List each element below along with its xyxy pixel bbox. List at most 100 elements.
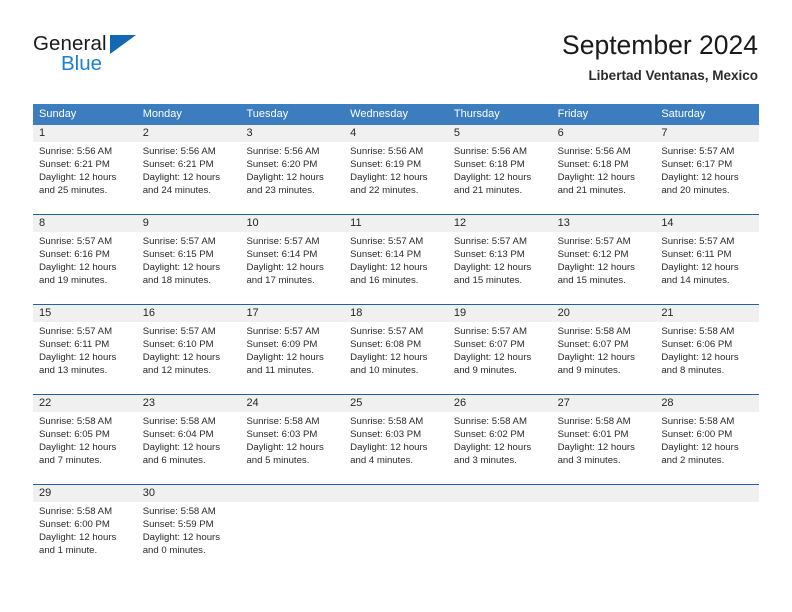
calendar-day-cell[interactable]: 26 Sunrise: 5:58 AM Sunset: 6:02 PM Dayligh…: [447, 395, 552, 484]
calendar-day-cell[interactable]: 8 Sunrise: 5:57 AM Sunset: 6:16 PM Daylight…: [33, 215, 137, 304]
day-number: [344, 485, 448, 502]
calendar-week-row: 29 Sunrise: 5:58 AM Sunset: 6:00 PM Dayligh…: [33, 485, 760, 575]
calendar-day-cell[interactable]: 25 Sunrise: 5:58 AM Sunset: 6:03 PM Dayligh…: [344, 395, 448, 484]
day-details: Sunrise: 5:58 AM Sunset: 6:00 PM Daylight:…: [655, 412, 759, 467]
day-detail-line: and 12 minutes.: [142, 365, 211, 377]
calendar-day-cell[interactable]: 18 Sunrise: 5:57 AM Sunset: 6:08 PM Dayligh…: [344, 305, 448, 394]
calendar-day-cell[interactable]: 1 Sunrise: 5:56 AM Sunset: 6:21 PM Daylight…: [33, 125, 137, 214]
day-detail-line: Daylight: 12 hours: [557, 262, 635, 274]
day-detail-line: Daylight: 12 hours: [453, 352, 532, 364]
day-detail-line: Sunrise: 5:58 AM: [39, 416, 113, 427]
weekday-header-sunday: Sunday: [39, 108, 77, 120]
day-detail-line: Daylight: 12 hours: [557, 352, 635, 364]
calendar-day-cell[interactable]: 3 Sunrise: 5:56 AM Sunset: 6:20 PM Daylight…: [240, 125, 345, 214]
day-detail-line: and 17 minutes.: [246, 275, 315, 287]
day-detail-line: Daylight: 12 hours: [661, 442, 739, 454]
day-detail-line: Daylight: 12 hours: [39, 532, 117, 544]
day-detail-line: Sunset: 6:14 PM: [246, 249, 318, 261]
day-detail-line: Sunset: 6:16 PM: [39, 249, 110, 261]
calendar-day-cell[interactable]: 29 Sunrise: 5:58 AM Sunset: 6:00 PM Dayligh…: [33, 485, 137, 575]
day-detail-line: Sunset: 6:01 PM: [557, 429, 629, 441]
day-number: 26: [447, 395, 552, 412]
calendar-day-cell[interactable]: 12 Sunrise: 5:57 AM Sunset: 6:13 PM Dayligh…: [447, 215, 552, 304]
calendar-day-cell[interactable]: 11 Sunrise: 5:57 AM Sunset: 6:14 PM Dayligh…: [344, 215, 448, 304]
day-number: 16: [136, 305, 241, 322]
calendar-day-cell[interactable]: 22 Sunrise: 5:58 AM Sunset: 6:05 PM Dayligh…: [33, 395, 137, 484]
calendar-day-cell[interactable]: 19 Sunrise: 5:57 AM Sunset: 6:07 PM Dayligh…: [447, 305, 552, 394]
day-detail-line: Daylight: 12 hours: [661, 172, 739, 184]
day-detail-line: Sunset: 6:00 PM: [39, 519, 110, 531]
brand-logo[interactable]: General Blue: [33, 32, 203, 80]
day-detail-line: Daylight: 12 hours: [661, 352, 739, 364]
day-number: 27: [551, 395, 656, 412]
day-detail-line: and 21 minutes.: [557, 185, 626, 197]
day-details: Sunrise: 5:57 AM Sunset: 6:12 PM Daylight:…: [552, 232, 656, 287]
day-detail-line: and 23 minutes.: [246, 185, 315, 197]
day-detail-line: and 15 minutes.: [453, 275, 523, 287]
day-number: 2: [136, 125, 241, 142]
page-title: September 2024: [562, 30, 758, 60]
calendar-day-cell[interactable]: 16 Sunrise: 5:57 AM Sunset: 6:10 PM Dayligh…: [136, 305, 241, 394]
day-detail-line: Sunrise: 5:57 AM: [142, 236, 216, 247]
page-header: General Blue September 2024 Libertad Ven…: [0, 0, 792, 98]
day-details: Sunrise: 5:57 AM Sunset: 6:11 PM Daylight:…: [33, 322, 137, 377]
calendar-day-cell[interactable]: 9 Sunrise: 5:57 AM Sunset: 6:15 PM Daylight…: [136, 215, 241, 304]
calendar-day-cell-empty: [344, 485, 448, 575]
day-detail-line: Sunset: 6:11 PM: [661, 249, 732, 261]
day-details: Sunrise: 5:57 AM Sunset: 6:07 PM Daylight:…: [448, 322, 552, 377]
day-details: Sunrise: 5:58 AM Sunset: 6:01 PM Daylight:…: [552, 412, 656, 467]
title-block: September 2024 Libertad Ventanas, Mexico: [562, 28, 758, 87]
day-detail-line: Sunset: 6:03 PM: [350, 429, 422, 441]
day-number: 20: [551, 305, 656, 322]
calendar-day-cell[interactable]: 17 Sunrise: 5:57 AM Sunset: 6:09 PM Dayligh…: [240, 305, 345, 394]
calendar-day-cell[interactable]: 27 Sunrise: 5:58 AM Sunset: 6:01 PM Dayligh…: [551, 395, 656, 484]
calendar-day-cell[interactable]: 10 Sunrise: 5:57 AM Sunset: 6:14 PM Dayligh…: [240, 215, 345, 304]
day-details: Sunrise: 5:57 AM Sunset: 6:17 PM Daylight:…: [655, 142, 759, 197]
day-number: 4: [344, 125, 448, 142]
day-detail-line: Sunset: 6:11 PM: [39, 339, 110, 351]
calendar-day-cell[interactable]: 20 Sunrise: 5:58 AM Sunset: 6:07 PM Dayligh…: [551, 305, 656, 394]
calendar-day-cell[interactable]: 21 Sunrise: 5:58 AM Sunset: 6:06 PM Dayligh…: [655, 305, 760, 394]
day-details: Sunrise: 5:57 AM Sunset: 6:14 PM Daylight:…: [240, 232, 344, 287]
day-detail-line: Sunrise: 5:56 AM: [39, 146, 113, 157]
day-detail-line: and 13 minutes.: [39, 365, 108, 377]
calendar-day-cell[interactable]: 28 Sunrise: 5:58 AM Sunset: 6:00 PM Dayligh…: [655, 395, 760, 484]
triangle-icon: [110, 35, 136, 54]
day-detail-line: Sunset: 6:21 PM: [142, 159, 214, 171]
day-details: Sunrise: 5:57 AM Sunset: 6:09 PM Daylight:…: [240, 322, 344, 377]
day-number: 24: [240, 395, 345, 412]
calendar-day-cell[interactable]: 2 Sunrise: 5:56 AM Sunset: 6:21 PM Daylight…: [136, 125, 241, 214]
day-detail-line: and 19 minutes.: [39, 275, 108, 287]
weekday-header-wednesday: Wednesday: [350, 108, 409, 120]
calendar-day-cell[interactable]: 7 Sunrise: 5:57 AM Sunset: 6:17 PM Daylight…: [655, 125, 760, 214]
day-detail-line: Sunrise: 5:58 AM: [142, 506, 216, 517]
day-details: [448, 502, 552, 505]
day-details: Sunrise: 5:58 AM Sunset: 6:03 PM Daylight:…: [240, 412, 344, 467]
calendar-day-cell[interactable]: 4 Sunrise: 5:56 AM Sunset: 6:19 PM Daylight…: [344, 125, 448, 214]
day-detail-line: and 21 minutes.: [453, 185, 523, 197]
day-number: 8: [33, 215, 137, 232]
calendar-day-cell-empty: [240, 485, 345, 575]
day-detail-line: Daylight: 12 hours: [557, 442, 635, 454]
calendar-day-cell[interactable]: 15 Sunrise: 5:57 AM Sunset: 6:11 PM Dayligh…: [33, 305, 137, 394]
calendar-day-cell[interactable]: 14 Sunrise: 5:57 AM Sunset: 6:11 PM Dayligh…: [655, 215, 760, 304]
day-detail-line: Daylight: 12 hours: [39, 352, 117, 364]
calendar-day-cell[interactable]: 23 Sunrise: 5:58 AM Sunset: 6:04 PM Dayligh…: [136, 395, 241, 484]
day-detail-line: Daylight: 12 hours: [350, 442, 428, 454]
calendar-day-cell[interactable]: 5 Sunrise: 5:56 AM Sunset: 6:18 PM Daylight…: [447, 125, 552, 214]
day-detail-line: and 14 minutes.: [661, 275, 730, 287]
calendar-day-cell-empty: [551, 485, 656, 575]
day-detail-line: Sunrise: 5:57 AM: [142, 326, 216, 337]
day-detail-line: Sunset: 6:08 PM: [350, 339, 422, 351]
day-detail-line: Sunrise: 5:56 AM: [350, 146, 424, 157]
day-details: Sunrise: 5:58 AM Sunset: 6:00 PM Daylight:…: [33, 502, 137, 557]
weekday-header-friday: Friday: [557, 108, 589, 120]
calendar-day-cell[interactable]: 24 Sunrise: 5:58 AM Sunset: 6:03 PM Dayligh…: [240, 395, 345, 484]
day-number: 22: [33, 395, 137, 412]
calendar-day-cell[interactable]: 30 Sunrise: 5:58 AM Sunset: 5:59 PM Dayligh…: [136, 485, 241, 575]
day-detail-line: and 16 minutes.: [350, 275, 419, 287]
calendar-day-cell[interactable]: 13 Sunrise: 5:57 AM Sunset: 6:12 PM Dayligh…: [551, 215, 656, 304]
day-detail-line: Sunrise: 5:58 AM: [142, 416, 216, 427]
day-detail-line: Sunrise: 5:57 AM: [453, 326, 527, 337]
calendar-day-cell[interactable]: 6 Sunrise: 5:56 AM Sunset: 6:18 PM Daylight…: [551, 125, 656, 214]
